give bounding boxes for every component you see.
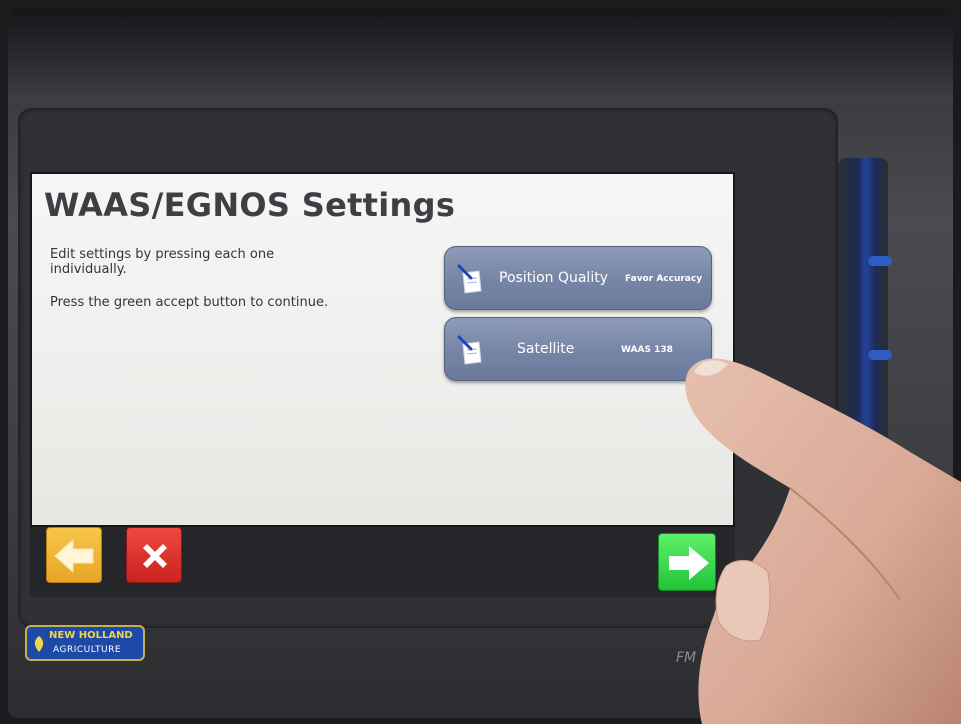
logo-text-top: NEW HOLLAND (49, 630, 133, 641)
instruction-text-accept: Press the green accept button to continu… (50, 295, 329, 310)
leaf-logo-icon (34, 636, 44, 652)
edit-icon (457, 264, 482, 294)
close-icon (143, 544, 167, 568)
settings-screen: WAAS/EGNOS Settings Edit settings by pre… (30, 172, 735, 527)
logo-text-bottom: AGRICULTURE (53, 645, 122, 655)
position-quality-button[interactable]: Position Quality Favor Accuracy (444, 246, 712, 310)
arrow-right-icon (669, 546, 709, 580)
position-quality-value: Favor Accuracy (625, 274, 703, 284)
accept-button[interactable] (658, 533, 716, 591)
satellite-value: WAAS 138 (621, 345, 673, 355)
side-button-lower (868, 350, 892, 360)
instruction-text-edit: Edit settings by pressing each one indiv… (50, 247, 275, 277)
arrow-left-icon (54, 538, 94, 574)
satellite-label: Satellite (517, 341, 575, 357)
position-quality-label: Position Quality (499, 270, 608, 286)
page-title: WAAS/EGNOS Settings (44, 186, 456, 224)
device-top-lip (8, 8, 953, 103)
device-side-strip (838, 158, 888, 638)
edit-icon (457, 335, 482, 365)
back-button[interactable] (46, 527, 102, 583)
satellite-button[interactable]: Satellite WAAS 138 (444, 317, 712, 381)
bottom-toolbar (30, 527, 735, 597)
new-holland-logo: NEW HOLLAND AGRICULTURE (25, 625, 145, 661)
cancel-button[interactable] (126, 527, 182, 583)
side-button-upper (868, 256, 892, 266)
model-mark: FM (676, 650, 697, 666)
